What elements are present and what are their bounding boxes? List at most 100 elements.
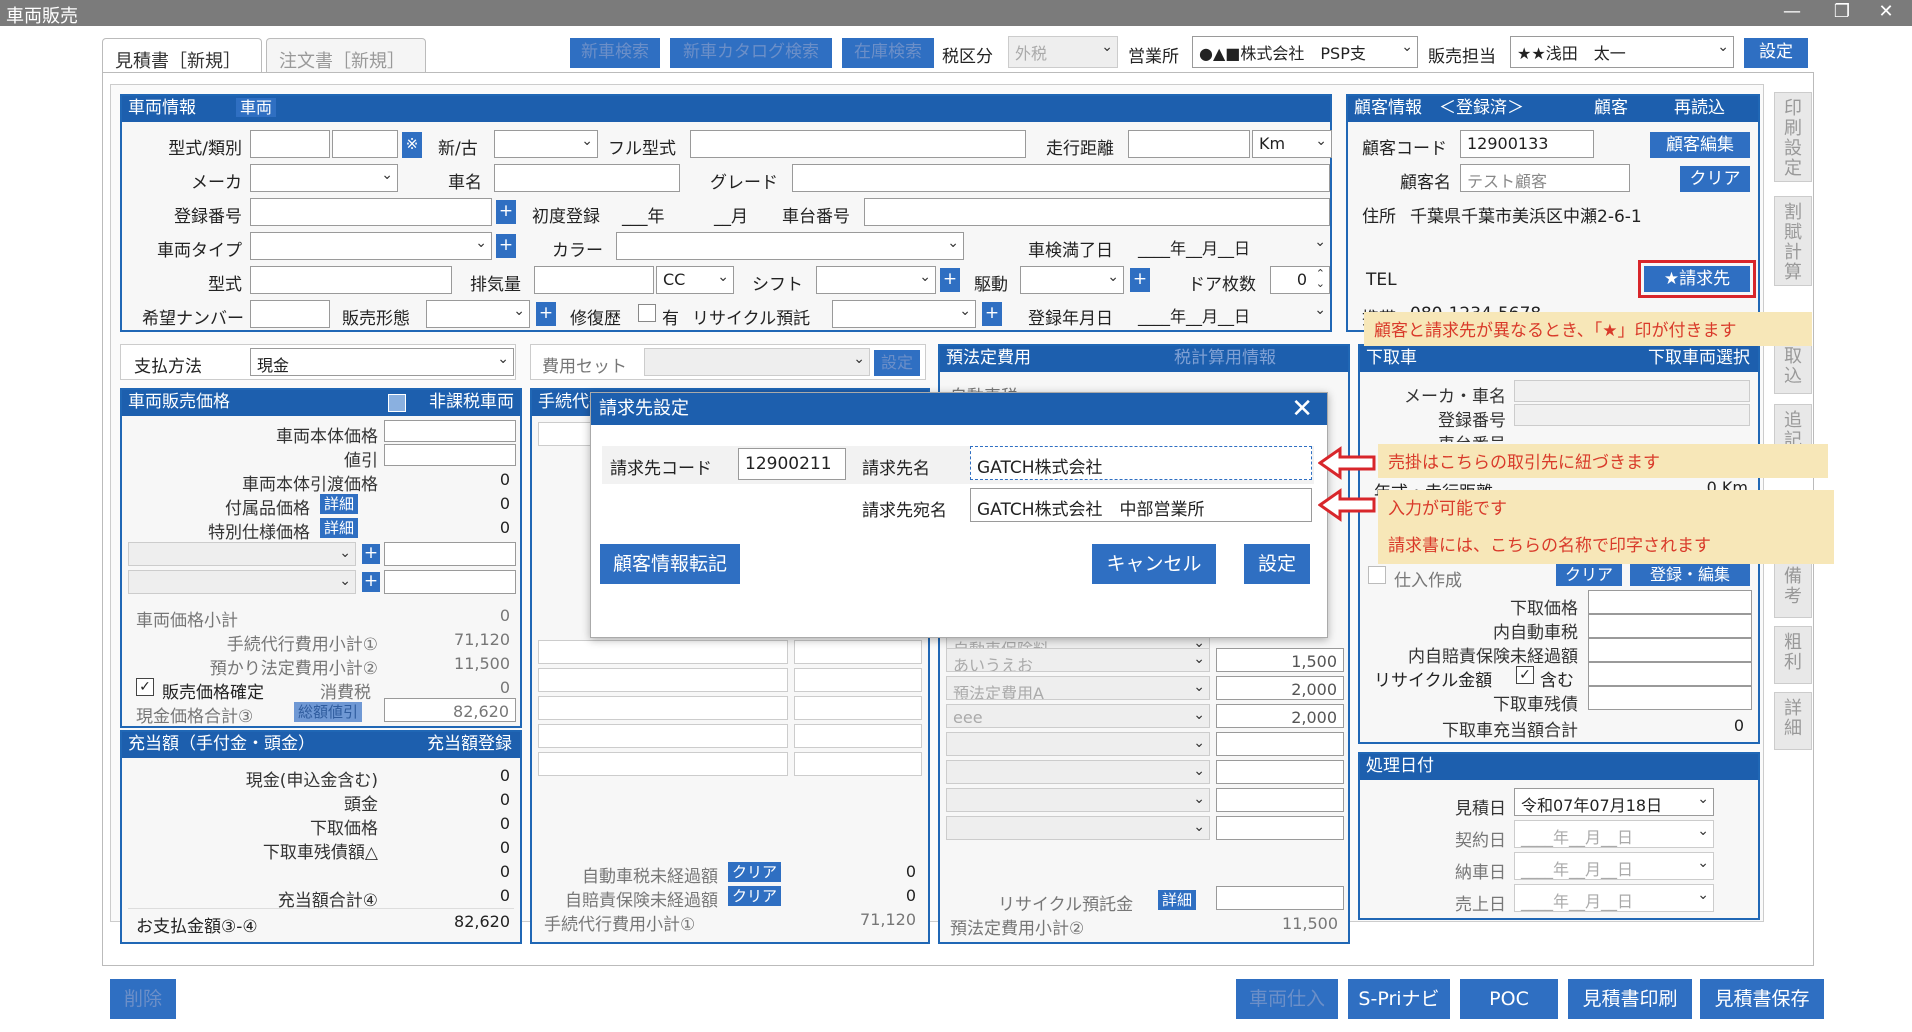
katashiki-field[interactable] [250, 266, 452, 294]
print-estimate-button[interactable]: 見積書印刷 [1568, 979, 1692, 1019]
proc-item-field[interactable] [538, 668, 788, 692]
mileage-field[interactable] [1128, 130, 1250, 158]
drive-select[interactable]: ⌄ [1020, 266, 1124, 294]
tradein-register-button[interactable]: 登録・編集 [1630, 564, 1750, 586]
legal-item-value[interactable] [1216, 788, 1344, 812]
model-search-icon[interactable]: ※ [402, 132, 422, 158]
total-discount-button[interactable]: 総額値引 [294, 702, 363, 722]
special-detail-button[interactable]: 詳細 [320, 518, 359, 538]
nontax-checkbox[interactable] [388, 394, 406, 412]
new-car-search-button[interactable]: 新車検索 [570, 38, 660, 68]
legal-item-value[interactable]: 2,000 [1216, 704, 1344, 728]
tradein-autotax-field[interactable] [1588, 614, 1752, 638]
stock-search-button[interactable]: 在庫検索 [842, 38, 934, 68]
reg-number-field[interactable] [250, 198, 492, 226]
proc-item-field[interactable] [538, 640, 788, 664]
side-print-settings[interactable]: 印刷設定 [1774, 92, 1812, 182]
legal-item-select[interactable]: ⌄ [946, 760, 1210, 784]
proc-item-value[interactable] [794, 640, 922, 664]
accessory-detail-button[interactable]: 詳細 [320, 494, 359, 514]
model-field[interactable] [250, 130, 330, 158]
edit-customer-button[interactable]: 顧客編集 [1650, 132, 1750, 158]
legal-item-select[interactable]: 預法定費用A ⌄ [946, 676, 1210, 700]
add-icon[interactable]: + [362, 544, 380, 564]
vehicle-type-select[interactable]: ⌄ [250, 232, 492, 260]
restore-icon[interactable]: ❐ [1822, 0, 1862, 26]
extra-item-select[interactable]: ⌄ [128, 570, 356, 594]
tax-select[interactable]: 外税 ⌄ [1008, 36, 1118, 68]
tax-calc-info-button[interactable]: 税計算用情報 [1174, 346, 1276, 371]
grade-field[interactable] [792, 164, 1330, 192]
reload-button[interactable]: 再読込 [1674, 96, 1725, 121]
contract-date-field[interactable]: ____年__月__日 ⌄ [1514, 820, 1714, 848]
desired-number-field[interactable] [250, 300, 330, 328]
tax-unused-clear-button[interactable]: クリア [728, 862, 782, 882]
appropriation-register-button[interactable]: 充当額登録 [427, 732, 512, 757]
recycle-deposit-field[interactable] [1216, 886, 1344, 910]
tradein-debt-field[interactable] [1588, 686, 1752, 710]
customer-button[interactable]: 顧客 [1594, 96, 1628, 121]
legal-item-value[interactable] [1216, 816, 1344, 840]
tab-estimate[interactable]: 見積書［新規］ [102, 38, 262, 72]
repair-checkbox[interactable] [638, 304, 656, 322]
billing-code-field[interactable]: 12900211 [738, 448, 846, 480]
tradein-clear-button[interactable]: クリア [1556, 564, 1622, 586]
proc-item-value[interactable] [794, 752, 922, 776]
catalog-search-button[interactable]: 新車カタログ検索 [670, 38, 832, 68]
legal-item-select[interactable]: ⌄ [946, 816, 1210, 840]
cancel-button[interactable]: キャンセル [1092, 544, 1216, 584]
proc-item-field[interactable] [538, 752, 788, 776]
reg-date[interactable]: ____年__月__日 ⌄ [1132, 300, 1330, 328]
sale-type-select[interactable]: ⌄ [426, 300, 530, 328]
chassis-field[interactable] [864, 198, 1330, 226]
stock-checkbox[interactable] [1368, 566, 1386, 584]
legal-item-value[interactable] [1216, 760, 1344, 784]
proc-item-value[interactable] [794, 696, 922, 720]
set-button[interactable]: 設定 [1244, 544, 1310, 584]
legal-item-value[interactable]: 1,500 [1216, 648, 1344, 672]
minimize-icon[interactable]: — [1772, 0, 1812, 26]
tradein-insurance-field[interactable] [1588, 638, 1752, 662]
customer-code-field[interactable]: 12900133 [1460, 130, 1594, 158]
settings-button[interactable]: 設定 [1744, 38, 1808, 68]
legal-item-select[interactable]: あいうえお ⌄ [946, 648, 1210, 672]
first-reg-year[interactable]: ___年 [622, 202, 665, 227]
side-import[interactable]: 取込 [1774, 340, 1812, 394]
shift-select[interactable]: ⌄ [816, 266, 936, 294]
proc-item-value[interactable] [794, 724, 922, 748]
legal-item-select[interactable]: eee ⌄ [946, 704, 1210, 728]
recycle-detail-button[interactable]: 詳細 [1158, 890, 1197, 910]
first-reg-month[interactable]: __月 [714, 202, 748, 227]
ins-unused-clear-button[interactable]: クリア [728, 886, 782, 906]
delete-button[interactable]: 削除 [110, 979, 176, 1019]
staff-select[interactable]: ★★浅田 太一 ⌄ [1510, 36, 1734, 68]
proc-item-field[interactable] [538, 696, 788, 720]
proc-item-value[interactable] [794, 668, 922, 692]
add-icon[interactable]: + [1130, 268, 1150, 292]
estimate-date-field[interactable]: 令和07年07月18日 ⌄ [1514, 788, 1714, 816]
car-name-field[interactable] [494, 164, 680, 192]
close-icon[interactable]: ✕ [1291, 393, 1313, 425]
billing-name-field[interactable]: GATCH株式会社 [970, 446, 1312, 480]
proc-item-field[interactable] [538, 724, 788, 748]
legal-item-value[interactable]: 2,000 [1216, 676, 1344, 700]
color-select[interactable]: ⌄ [616, 232, 964, 260]
side-installment[interactable]: 割賦計算 [1774, 196, 1812, 286]
recycle-select[interactable]: ⌄ [832, 300, 976, 328]
confirm-checkbox[interactable]: ✓ [136, 678, 154, 696]
clear-customer-button[interactable]: クリア [1680, 166, 1750, 192]
class-field[interactable] [332, 130, 398, 158]
inspection-date[interactable]: ____年__月__日 ⌄ [1132, 232, 1330, 260]
full-model-field[interactable] [690, 130, 1026, 158]
recycle-include-checkbox[interactable]: ✓ [1516, 666, 1534, 684]
add-icon[interactable]: + [940, 268, 960, 292]
vehicle-purchase-button[interactable]: 車両仕入 [1236, 979, 1338, 1019]
delivery-date-field[interactable]: ____年__月__日 ⌄ [1514, 852, 1714, 880]
fee-set-button[interactable]: 設定 [874, 350, 920, 376]
close-window-icon[interactable]: ✕ [1866, 0, 1906, 26]
tradein-recycle-field[interactable] [1588, 662, 1752, 686]
extra-item-field[interactable] [384, 542, 516, 566]
payment-select[interactable]: 現金 ⌄ [250, 348, 514, 376]
add-icon[interactable]: + [362, 572, 380, 592]
save-estimate-button[interactable]: 見積書保存 [1700, 979, 1824, 1019]
